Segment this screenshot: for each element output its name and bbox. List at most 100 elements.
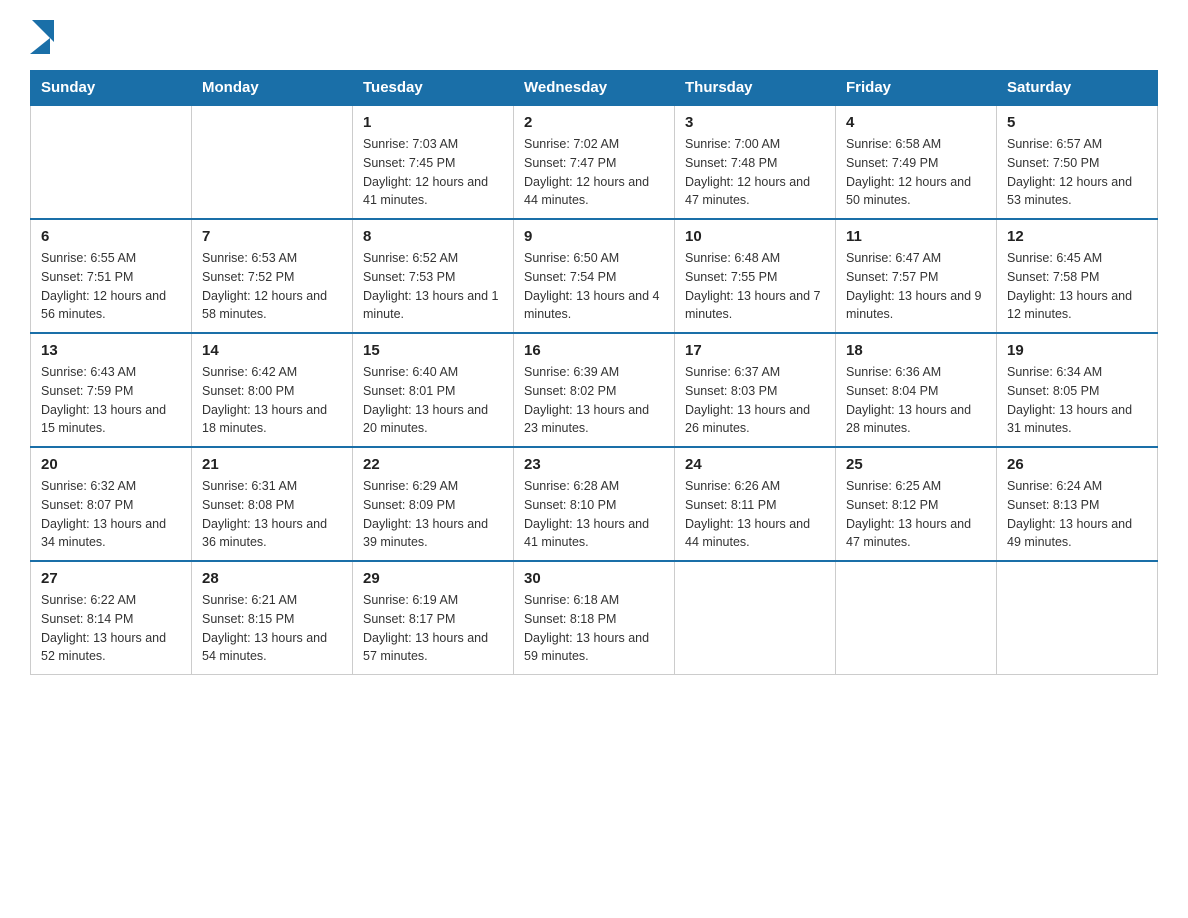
day-info: Sunrise: 6:34 AM Sunset: 8:05 PM Dayligh… bbox=[1007, 363, 1147, 438]
day-info: Sunrise: 7:00 AM Sunset: 7:48 PM Dayligh… bbox=[685, 135, 825, 210]
day-info: Sunrise: 6:57 AM Sunset: 7:50 PM Dayligh… bbox=[1007, 135, 1147, 210]
day-info: Sunrise: 6:32 AM Sunset: 8:07 PM Dayligh… bbox=[41, 477, 181, 552]
calendar-cell: 16 Sunrise: 6:39 AM Sunset: 8:02 PM Dayli… bbox=[514, 333, 675, 447]
day-info: Sunrise: 6:26 AM Sunset: 8:11 PM Dayligh… bbox=[685, 477, 825, 552]
calendar-cell: 14 Sunrise: 6:42 AM Sunset: 8:00 PM Dayli… bbox=[192, 333, 353, 447]
weekday-header-monday: Monday bbox=[192, 71, 353, 106]
day-number: 18 bbox=[846, 342, 986, 359]
day-info: Sunrise: 6:25 AM Sunset: 8:12 PM Dayligh… bbox=[846, 477, 986, 552]
calendar-cell: 23 Sunrise: 6:28 AM Sunset: 8:10 PM Dayli… bbox=[514, 447, 675, 561]
calendar-week-row: 6 Sunrise: 6:55 AM Sunset: 7:51 PM Daylig… bbox=[31, 219, 1158, 333]
calendar-cell: 17 Sunrise: 6:37 AM Sunset: 8:03 PM Dayli… bbox=[675, 333, 836, 447]
day-number: 6 bbox=[41, 228, 181, 245]
day-number: 8 bbox=[363, 228, 503, 245]
calendar-cell: 9Sunrise: 6:50 AM Sunset: 7:54 PM Daylig… bbox=[514, 219, 675, 333]
day-number: 26 bbox=[1007, 456, 1147, 473]
calendar-cell: 15Sunrise: 6:40 AM Sunset: 8:01 PM Dayli… bbox=[353, 333, 514, 447]
weekday-header-sunday: Sunday bbox=[31, 71, 192, 106]
day-number: 15 bbox=[363, 342, 503, 359]
day-info: Sunrise: 6:37 AM Sunset: 8:03 PM Dayligh… bbox=[685, 363, 825, 438]
day-info: Sunrise: 6:29 AM Sunset: 8:09 PM Dayligh… bbox=[363, 477, 503, 552]
day-number: 14 bbox=[202, 342, 342, 359]
calendar-cell: 19 Sunrise: 6:34 AM Sunset: 8:05 PM Dayli… bbox=[997, 333, 1158, 447]
calendar-cell: 12 Sunrise: 6:45 AM Sunset: 7:58 PM Dayli… bbox=[997, 219, 1158, 333]
calendar-cell: 30 Sunrise: 6:18 AM Sunset: 8:18 PM Dayli… bbox=[514, 561, 675, 675]
day-number: 24 bbox=[685, 456, 825, 473]
day-info: Sunrise: 6:43 AM Sunset: 7:59 PM Dayligh… bbox=[41, 363, 181, 438]
calendar-cell bbox=[836, 561, 997, 675]
calendar-cell: 6 Sunrise: 6:55 AM Sunset: 7:51 PM Daylig… bbox=[31, 219, 192, 333]
calendar-cell: 26 Sunrise: 6:24 AM Sunset: 8:13 PM Dayli… bbox=[997, 447, 1158, 561]
weekday-header-thursday: Thursday bbox=[675, 71, 836, 106]
day-number: 7 bbox=[202, 228, 342, 245]
day-number: 17 bbox=[685, 342, 825, 359]
calendar-cell: 18 Sunrise: 6:36 AM Sunset: 8:04 PM Dayli… bbox=[836, 333, 997, 447]
day-number: 12 bbox=[1007, 228, 1147, 245]
day-info: Sunrise: 6:24 AM Sunset: 8:13 PM Dayligh… bbox=[1007, 477, 1147, 552]
calendar-cell: 8 Sunrise: 6:52 AM Sunset: 7:53 PM Daylig… bbox=[353, 219, 514, 333]
weekday-header-tuesday: Tuesday bbox=[353, 71, 514, 106]
calendar-week-row: 1 Sunrise: 7:03 AM Sunset: 7:45 PM Daylig… bbox=[31, 105, 1158, 219]
calendar-cell: 4 Sunrise: 6:58 AM Sunset: 7:49 PM Daylig… bbox=[836, 105, 997, 219]
calendar-cell: 1 Sunrise: 7:03 AM Sunset: 7:45 PM Daylig… bbox=[353, 105, 514, 219]
day-number: 30 bbox=[524, 570, 664, 587]
day-number: 16 bbox=[524, 342, 664, 359]
calendar-cell bbox=[997, 561, 1158, 675]
day-number: 10 bbox=[685, 228, 825, 245]
calendar-table: SundayMondayTuesdayWednesdayThursdayFrid… bbox=[30, 70, 1158, 675]
logo-arrow-icon bbox=[30, 38, 50, 54]
day-number: 22 bbox=[363, 456, 503, 473]
day-number: 29 bbox=[363, 570, 503, 587]
calendar-cell: 13Sunrise: 6:43 AM Sunset: 7:59 PM Dayli… bbox=[31, 333, 192, 447]
day-number: 28 bbox=[202, 570, 342, 587]
weekday-header-friday: Friday bbox=[836, 71, 997, 106]
day-info: Sunrise: 6:42 AM Sunset: 8:00 PM Dayligh… bbox=[202, 363, 342, 438]
day-number: 4 bbox=[846, 114, 986, 131]
calendar-cell: 3Sunrise: 7:00 AM Sunset: 7:48 PM Daylig… bbox=[675, 105, 836, 219]
weekday-header-wednesday: Wednesday bbox=[514, 71, 675, 106]
calendar-cell: 24 Sunrise: 6:26 AM Sunset: 8:11 PM Dayli… bbox=[675, 447, 836, 561]
page-header bbox=[30, 20, 1158, 54]
calendar-cell bbox=[192, 105, 353, 219]
calendar-cell: 2 Sunrise: 7:02 AM Sunset: 7:47 PM Daylig… bbox=[514, 105, 675, 219]
day-number: 2 bbox=[524, 114, 664, 131]
calendar-cell: 10 Sunrise: 6:48 AM Sunset: 7:55 PM Dayli… bbox=[675, 219, 836, 333]
calendar-cell: 5 Sunrise: 6:57 AM Sunset: 7:50 PM Daylig… bbox=[997, 105, 1158, 219]
day-number: 27 bbox=[41, 570, 181, 587]
weekday-header-row: SundayMondayTuesdayWednesdayThursdayFrid… bbox=[31, 71, 1158, 106]
calendar-week-row: 20 Sunrise: 6:32 AM Sunset: 8:07 PM Dayli… bbox=[31, 447, 1158, 561]
weekday-header-saturday: Saturday bbox=[997, 71, 1158, 106]
day-number: 5 bbox=[1007, 114, 1147, 131]
day-info: Sunrise: 7:02 AM Sunset: 7:47 PM Dayligh… bbox=[524, 135, 664, 210]
calendar-cell: 27 Sunrise: 6:22 AM Sunset: 8:14 PM Dayli… bbox=[31, 561, 192, 675]
day-info: Sunrise: 6:28 AM Sunset: 8:10 PM Dayligh… bbox=[524, 477, 664, 552]
calendar-cell: 22 Sunrise: 6:29 AM Sunset: 8:09 PM Dayli… bbox=[353, 447, 514, 561]
calendar-cell: 7 Sunrise: 6:53 AM Sunset: 7:52 PM Daylig… bbox=[192, 219, 353, 333]
day-info: Sunrise: 6:18 AM Sunset: 8:18 PM Dayligh… bbox=[524, 591, 664, 666]
calendar-cell: 21Sunrise: 6:31 AM Sunset: 8:08 PM Dayli… bbox=[192, 447, 353, 561]
day-number: 20 bbox=[41, 456, 181, 473]
day-info: Sunrise: 6:53 AM Sunset: 7:52 PM Dayligh… bbox=[202, 249, 342, 324]
day-info: Sunrise: 6:19 AM Sunset: 8:17 PM Dayligh… bbox=[363, 591, 503, 666]
day-info: Sunrise: 6:48 AM Sunset: 7:55 PM Dayligh… bbox=[685, 249, 825, 324]
day-info: Sunrise: 6:52 AM Sunset: 7:53 PM Dayligh… bbox=[363, 249, 503, 324]
day-number: 25 bbox=[846, 456, 986, 473]
day-info: Sunrise: 6:47 AM Sunset: 7:57 PM Dayligh… bbox=[846, 249, 986, 324]
day-info: Sunrise: 6:55 AM Sunset: 7:51 PM Dayligh… bbox=[41, 249, 181, 324]
day-number: 23 bbox=[524, 456, 664, 473]
day-info: Sunrise: 6:22 AM Sunset: 8:14 PM Dayligh… bbox=[41, 591, 181, 666]
day-info: Sunrise: 6:36 AM Sunset: 8:04 PM Dayligh… bbox=[846, 363, 986, 438]
day-number: 11 bbox=[846, 228, 986, 245]
day-number: 19 bbox=[1007, 342, 1147, 359]
day-number: 21 bbox=[202, 456, 342, 473]
logo bbox=[30, 20, 54, 54]
day-info: Sunrise: 6:58 AM Sunset: 7:49 PM Dayligh… bbox=[846, 135, 986, 210]
calendar-cell bbox=[31, 105, 192, 219]
day-number: 9 bbox=[524, 228, 664, 245]
day-number: 1 bbox=[363, 114, 503, 131]
day-info: Sunrise: 6:21 AM Sunset: 8:15 PM Dayligh… bbox=[202, 591, 342, 666]
calendar-week-row: 27 Sunrise: 6:22 AM Sunset: 8:14 PM Dayli… bbox=[31, 561, 1158, 675]
day-info: Sunrise: 7:03 AM Sunset: 7:45 PM Dayligh… bbox=[363, 135, 503, 210]
day-info: Sunrise: 6:39 AM Sunset: 8:02 PM Dayligh… bbox=[524, 363, 664, 438]
day-info: Sunrise: 6:45 AM Sunset: 7:58 PM Dayligh… bbox=[1007, 249, 1147, 324]
